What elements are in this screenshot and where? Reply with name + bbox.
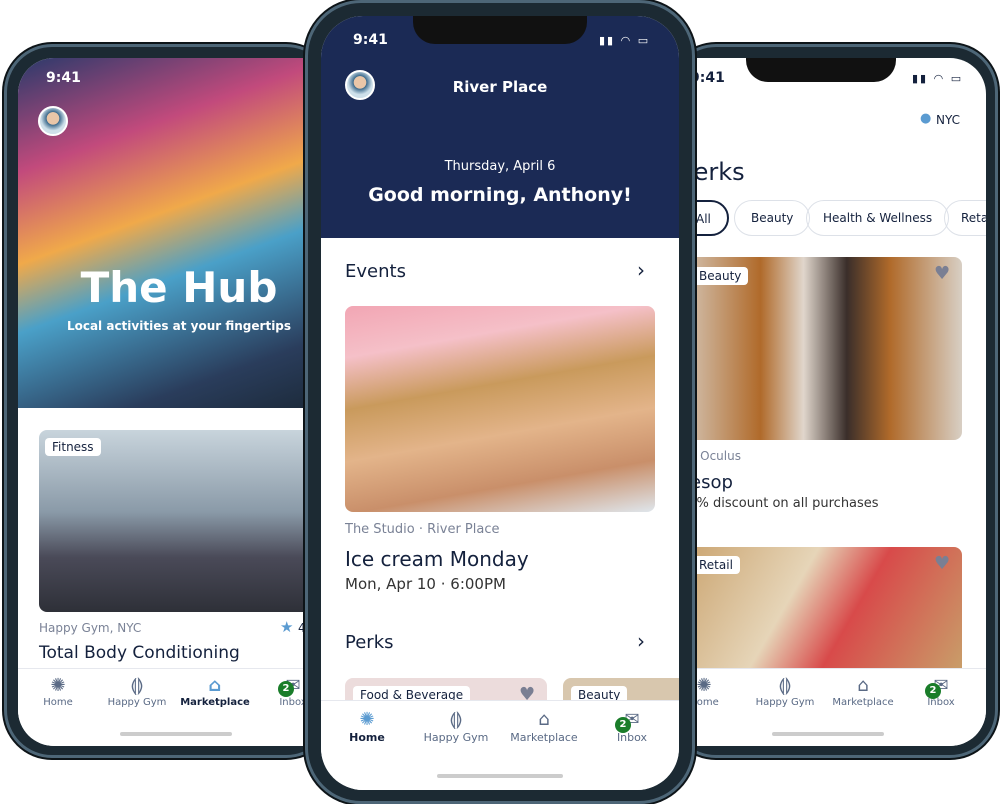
inbox-badge: 2 xyxy=(278,681,294,697)
inbox-badge: 2 xyxy=(925,683,941,699)
avatar[interactable] xyxy=(38,106,68,136)
storefront-icon: ⌂ xyxy=(857,675,869,696)
tab-bar: ✺Home ⟬⟭Happy Gym ⌂Marketplace ✉Inbox 2 xyxy=(321,700,679,790)
tab-inbox[interactable]: ✉Inbox xyxy=(587,709,677,744)
tab-inbox[interactable]: ✉Inbox xyxy=(896,675,986,708)
hero-subtitle: Local activities at your fingertips xyxy=(66,319,292,333)
chip-retail[interactable]: Retail xyxy=(944,200,986,236)
status-time: 9:41 xyxy=(46,70,81,86)
right-phone-screen: 9:41 ▮▮ ◠ ▭ ‹ ● NYC Perks All Beauty Hea… xyxy=(684,58,986,746)
events-heading[interactable]: Events xyxy=(345,261,406,282)
dumbbell-icon: ⟬⟭ xyxy=(449,709,463,730)
perks-chevron-icon[interactable]: › xyxy=(637,629,645,653)
perk-tag: Beauty xyxy=(692,267,749,285)
category-tag: Fitness xyxy=(45,438,101,456)
star-icon: ★ xyxy=(280,618,294,636)
tab-happy-gym[interactable]: ⟬⟭ Happy Gym xyxy=(92,675,182,708)
tab-happy-gym[interactable]: ⟬⟭ Happy Gym xyxy=(740,675,830,708)
greeting: Good morning, Anthony! xyxy=(368,184,632,206)
event-image[interactable] xyxy=(345,306,655,512)
event-title[interactable]: Ice cream Monday xyxy=(345,547,529,571)
events-chevron-icon[interactable]: › xyxy=(637,258,645,282)
tab-home[interactable]: ✺ Home xyxy=(18,675,103,708)
tab-marketplace[interactable]: ⌂ Marketplace xyxy=(170,675,260,708)
hero-title: The Hub xyxy=(80,263,278,312)
storefront-icon: ⌂ xyxy=(208,675,222,696)
tab-happy-gym[interactable]: ⟬⟭ Happy Gym xyxy=(411,709,501,744)
left-phone-screen: 9:41 The Hub Local activities at your fi… xyxy=(18,58,320,746)
header-title: River Place xyxy=(452,78,548,96)
location-pin-icon: ● xyxy=(920,111,932,126)
chip-health-wellness[interactable]: Health & Wellness xyxy=(806,200,950,236)
category-chips: All Beauty Health & Wellness Retail xyxy=(684,200,986,236)
event-datetime: Mon, Apr 10 · 6:00PM xyxy=(345,575,506,593)
home-indicator xyxy=(120,732,232,736)
event-card-image[interactable] xyxy=(39,430,320,612)
perks-heading[interactable]: Perks xyxy=(345,632,394,653)
tab-bar: ✺Home ⟬⟭Happy Gym ⌂Marketplace ✉Inbox 2 xyxy=(18,668,320,746)
perk-tag: Retail xyxy=(692,556,740,574)
notch xyxy=(413,16,587,44)
storefront-icon: ⌂ xyxy=(538,709,550,730)
center-phone-screen: 9:41 ▮▮ ◠ ▭ River Place Thursday, April … xyxy=(321,16,679,790)
tab-marketplace[interactable]: ⌂ Marketplace xyxy=(818,675,908,708)
status-icons: ▮▮ ◠ ▭ xyxy=(912,72,964,85)
status-time: 9:41 xyxy=(353,32,388,48)
favorite-heart-icon[interactable]: ♥ xyxy=(934,263,950,284)
notch xyxy=(746,58,896,82)
tab-marketplace[interactable]: ⌂ Marketplace xyxy=(499,709,589,744)
card-location: Happy Gym, NYC xyxy=(39,621,142,635)
event-venue: The Studio · River Place xyxy=(345,522,500,537)
sunburst-icon: ✺ xyxy=(50,675,66,696)
mail-icon: ✉ xyxy=(933,675,949,696)
inbox-badge: 2 xyxy=(615,717,631,733)
mail-icon: ✉ xyxy=(624,709,640,730)
sunburst-icon: ✺ xyxy=(359,709,375,730)
status-time: 9:41 xyxy=(690,70,725,86)
dumbbell-icon: ⟬⟭ xyxy=(130,675,144,696)
tab-bar: ✺Home ⟬⟭Happy Gym ⌂Marketplace ✉Inbox 2 xyxy=(684,668,986,746)
perk-offer: 10% discount on all purchases xyxy=(684,496,879,511)
date-label: Thursday, April 6 xyxy=(444,159,556,174)
tab-home[interactable]: ✺ Home xyxy=(322,709,412,744)
status-icons: ▮▮ ◠ ▭ xyxy=(599,34,651,47)
dumbbell-icon: ⟬⟭ xyxy=(778,675,792,696)
favorite-heart-icon[interactable]: ♥ xyxy=(934,553,950,574)
chip-beauty[interactable]: Beauty xyxy=(734,200,811,236)
home-indicator xyxy=(772,732,884,736)
card-title[interactable]: Total Body Conditioning xyxy=(39,643,240,663)
home-indicator xyxy=(437,774,563,778)
location-label[interactable]: NYC xyxy=(936,113,960,127)
